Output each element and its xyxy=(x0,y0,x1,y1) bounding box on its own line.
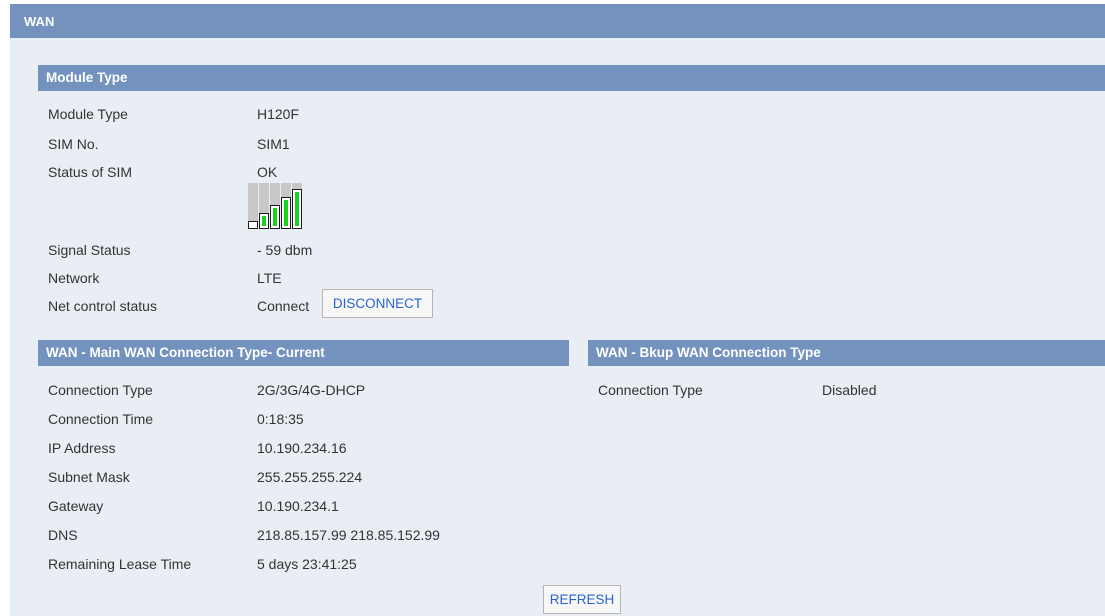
main-connection-type-value: 2G/3G/4G-DHCP xyxy=(257,382,366,398)
dns-label: DNS xyxy=(48,527,78,543)
subnet-mask-value: 255.255.255.224 xyxy=(257,469,363,485)
dns-value: 218.85.157.99 218.85.152.99 xyxy=(257,527,440,543)
network-label: Network xyxy=(48,270,100,286)
gateway-label: Gateway xyxy=(48,498,104,514)
signal-bar-fill xyxy=(273,208,277,226)
bkup-wan-section-header: WAN - Bkup WAN Connection Type xyxy=(588,340,1105,366)
wan-panel: WAN xyxy=(10,4,1105,616)
network-value: LTE xyxy=(257,270,282,286)
signal-bar-fill xyxy=(295,192,299,226)
main-connection-type-label: Connection Type xyxy=(48,382,153,398)
connection-time-label: Connection Time xyxy=(48,411,154,427)
sim-status-label: Status of SIM xyxy=(48,164,133,180)
signal-bar-fill xyxy=(262,216,266,226)
signal-status-label: Signal Status xyxy=(48,242,131,258)
sim-no-value: SIM1 xyxy=(257,136,290,152)
main-wan-section-header: WAN - Main WAN Connection Type- Current xyxy=(38,340,569,366)
disconnect-button[interactable]: DISCONNECT xyxy=(322,289,433,318)
ip-address-value: 10.190.234.16 xyxy=(257,440,347,456)
signal-strength-icon xyxy=(248,183,302,229)
bkup-connection-type-label: Connection Type xyxy=(598,382,703,398)
signal-bar-fill xyxy=(284,200,288,226)
module-type-label: Module Type xyxy=(48,106,128,122)
subnet-mask-label: Subnet Mask xyxy=(48,469,130,485)
gateway-value: 10.190.234.1 xyxy=(257,498,339,514)
remaining-lease-time-value: 5 days 23:41:25 xyxy=(257,556,357,572)
refresh-button[interactable]: REFRESH xyxy=(543,585,621,614)
sim-no-label: SIM No. xyxy=(48,136,99,152)
signal-status-value: - 59 dbm xyxy=(257,242,313,258)
bkup-connection-type-value: Disabled xyxy=(822,382,877,398)
signal-bar xyxy=(248,221,258,229)
ip-address-label: IP Address xyxy=(48,440,116,456)
net-control-status-value: Connect xyxy=(257,298,310,314)
module-type-value: H120F xyxy=(257,106,300,122)
module-type-section-header: Module Type xyxy=(38,65,1105,91)
page-title: WAN xyxy=(10,4,1105,38)
remaining-lease-time-label: Remaining Lease Time xyxy=(48,556,192,572)
sim-status-value: OK xyxy=(257,164,278,180)
net-control-status-label: Net control status xyxy=(48,298,157,314)
connection-time-value: 0:18:35 xyxy=(257,411,304,427)
